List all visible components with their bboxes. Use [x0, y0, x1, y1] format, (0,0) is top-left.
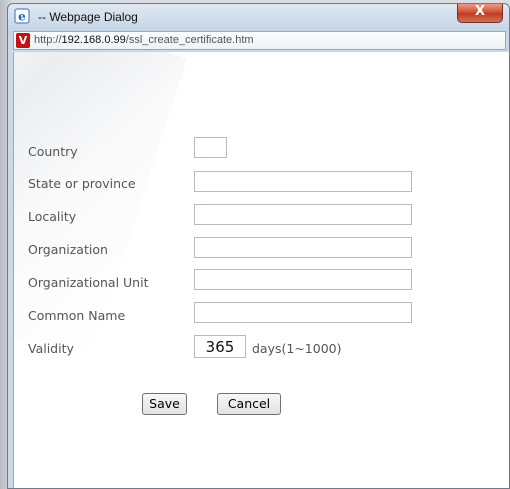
url-host: 192.168.0.99: [61, 34, 126, 46]
locality-label: Locality: [28, 209, 77, 224]
organization-field[interactable]: [194, 237, 412, 258]
close-button[interactable]: X: [457, 4, 503, 23]
save-button[interactable]: Save: [142, 393, 187, 415]
country-field[interactable]: [194, 137, 227, 158]
country-label: Country: [28, 144, 78, 159]
validity-hint: days(1~1000): [252, 341, 342, 356]
url-prefix: http://: [34, 34, 62, 46]
url-path: /ssl_create_certificate.htm: [125, 34, 254, 46]
close-icon: X: [474, 4, 486, 19]
common-name-label: Common Name: [28, 308, 126, 323]
window-title: -- Webpage Dialog: [38, 10, 138, 24]
locality-field[interactable]: [194, 204, 412, 225]
organization-label: Organization: [28, 242, 108, 257]
svg-text:e: e: [18, 10, 26, 24]
cancel-button[interactable]: Cancel: [217, 393, 281, 415]
common-name-field[interactable]: [194, 302, 412, 323]
dialog-content: Country State or province Locality Organ…: [13, 52, 509, 488]
address-bar: V http://192.168.0.99/ssl_create_certifi…: [13, 31, 506, 50]
webpage-dialog-window: e -- Webpage Dialog X V http://192.168.0…: [7, 3, 510, 489]
state-field[interactable]: [194, 171, 412, 192]
url-text: http://192.168.0.99/ssl_create_certifica…: [34, 34, 254, 46]
internet-explorer-icon: e: [14, 8, 30, 24]
validity-label: Validity: [28, 341, 74, 356]
org-unit-label: Organizational Unit: [28, 275, 149, 290]
org-unit-field[interactable]: [194, 269, 412, 290]
state-label: State or province: [28, 176, 136, 191]
site-favicon-icon: V: [16, 33, 30, 48]
title-bar[interactable]: e -- Webpage Dialog X: [8, 4, 509, 31]
validity-field[interactable]: [194, 335, 246, 358]
